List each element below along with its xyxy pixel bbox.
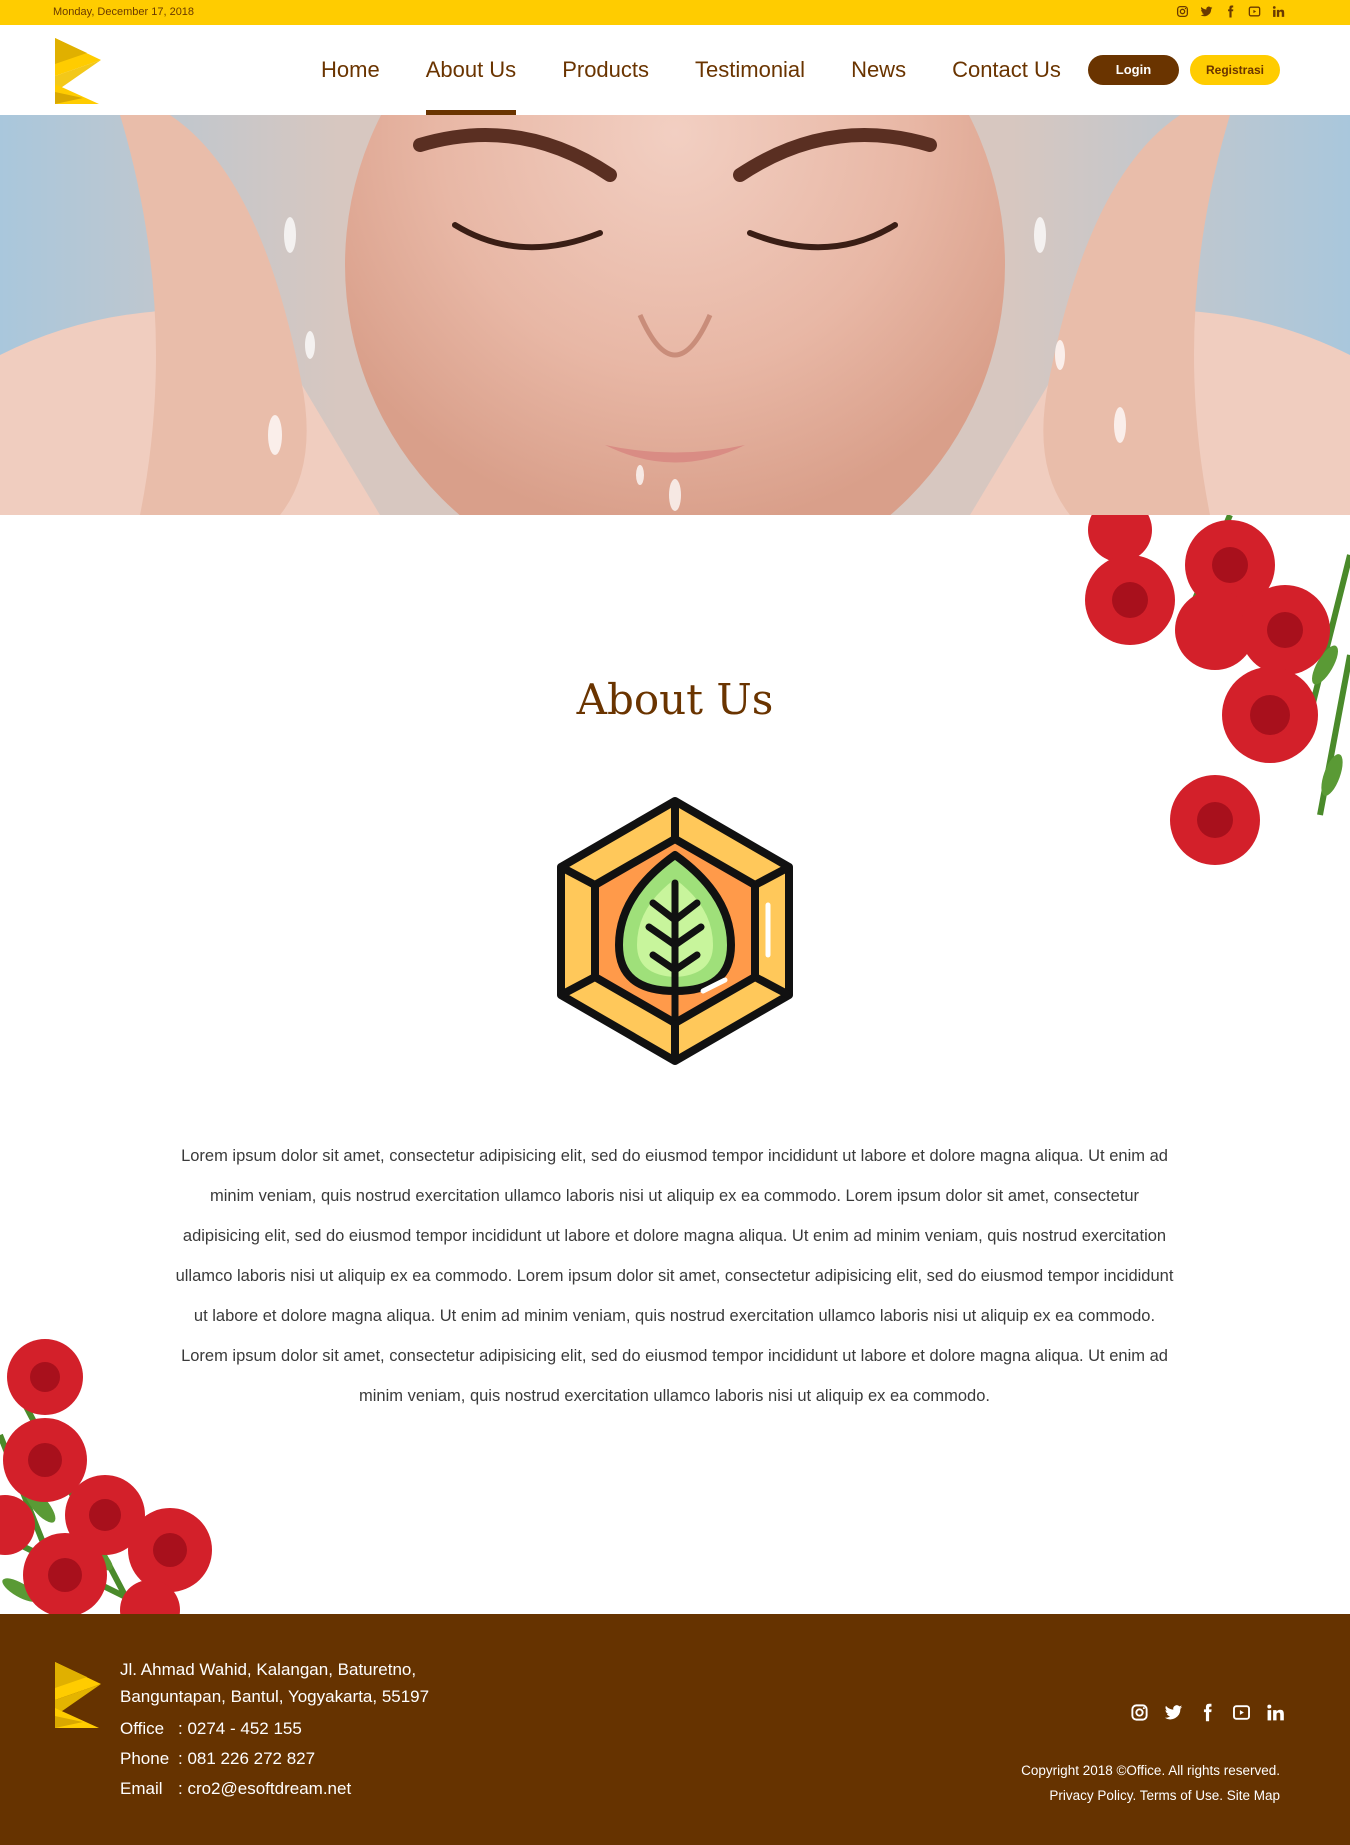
footer-social-links — [1130, 1703, 1285, 1722]
hero-image — [0, 115, 1350, 515]
page: Monday, December 17, 2018 Home About Us … — [0, 0, 1350, 1845]
twitter-icon[interactable] — [1200, 5, 1213, 18]
register-button[interactable]: Registrasi — [1190, 55, 1280, 85]
footer-address: Jl. Ahmad Wahid, Kalangan, Baturetno, Ba… — [120, 1656, 429, 1710]
contact-label: Office — [120, 1719, 165, 1738]
instagram-icon[interactable] — [1130, 1703, 1149, 1722]
nav-item-contact-us[interactable]: Contact Us — [930, 25, 1083, 115]
linkedin-icon[interactable] — [1272, 5, 1285, 18]
nav-item-home[interactable]: Home — [299, 25, 402, 115]
copyright-text: Copyright 2018 ©Office. All rights reser… — [1021, 1763, 1280, 1778]
login-button[interactable]: Login — [1088, 55, 1179, 85]
footer-legal: Copyright 2018 ©Office. All rights reser… — [1021, 1758, 1280, 1808]
current-date: Monday, December 17, 2018 — [53, 6, 195, 18]
contact-value: : 0274 - 452 155 — [178, 1719, 302, 1738]
youtube-icon[interactable] — [1232, 1703, 1251, 1722]
contact-label: Phone — [120, 1749, 170, 1768]
main-nav: Home About Us Products Testimonial News … — [299, 25, 1085, 115]
linkedin-icon[interactable] — [1266, 1703, 1285, 1722]
instagram-icon[interactable] — [1176, 5, 1189, 18]
footer-contacts: Office : 0274 - 452 155 Phone : 081 226 … — [120, 1714, 351, 1804]
nav-item-testimonial[interactable]: Testimonial — [673, 25, 827, 115]
contact-label: Email — [120, 1779, 163, 1798]
top-bar: Monday, December 17, 2018 — [0, 0, 1350, 25]
nav-item-products[interactable]: Products — [540, 25, 671, 115]
contact-value[interactable]: : cro2@esoftdream.net — [178, 1774, 351, 1804]
facebook-icon[interactable] — [1198, 1703, 1217, 1722]
nav-item-about-us[interactable]: About Us — [404, 25, 539, 115]
about-title: About Us — [576, 675, 774, 724]
address-line-1: Jl. Ahmad Wahid, Kalangan, Baturetno, — [120, 1660, 417, 1679]
about-paragraph: Lorem ipsum dolor sit amet, consectetur … — [175, 1147, 1174, 1405]
roses-decoration-bottom — [0, 1335, 215, 1640]
address-line-2: Banguntapan, Bantul, Yogyakarta, 55197 — [120, 1687, 430, 1706]
top-social-links — [1176, 5, 1285, 18]
youtube-icon[interactable] — [1248, 5, 1261, 18]
facebook-icon[interactable] — [1224, 5, 1237, 18]
footer-brand-logo[interactable] — [53, 1660, 103, 1730]
main-header: Home About Us Products Testimonial News … — [0, 25, 1350, 115]
leaf-hexagon-icon — [553, 795, 797, 1067]
contact-email: Email : cro2@esoftdream.net — [120, 1774, 351, 1804]
contact-office: Office : 0274 - 452 155 — [120, 1714, 351, 1744]
contact-value: : 081 226 272 827 — [178, 1749, 316, 1768]
twitter-icon[interactable] — [1164, 1703, 1183, 1722]
legal-links[interactable]: Privacy Policy. Terms of Use. Site Map — [1021, 1783, 1280, 1808]
nav-item-news[interactable]: News — [829, 25, 928, 115]
site-footer: Jl. Ahmad Wahid, Kalangan, Baturetno, Ba… — [0, 1614, 1350, 1845]
contact-phone: Phone : 081 226 272 827 — [120, 1744, 351, 1774]
brand-logo[interactable] — [53, 36, 103, 106]
